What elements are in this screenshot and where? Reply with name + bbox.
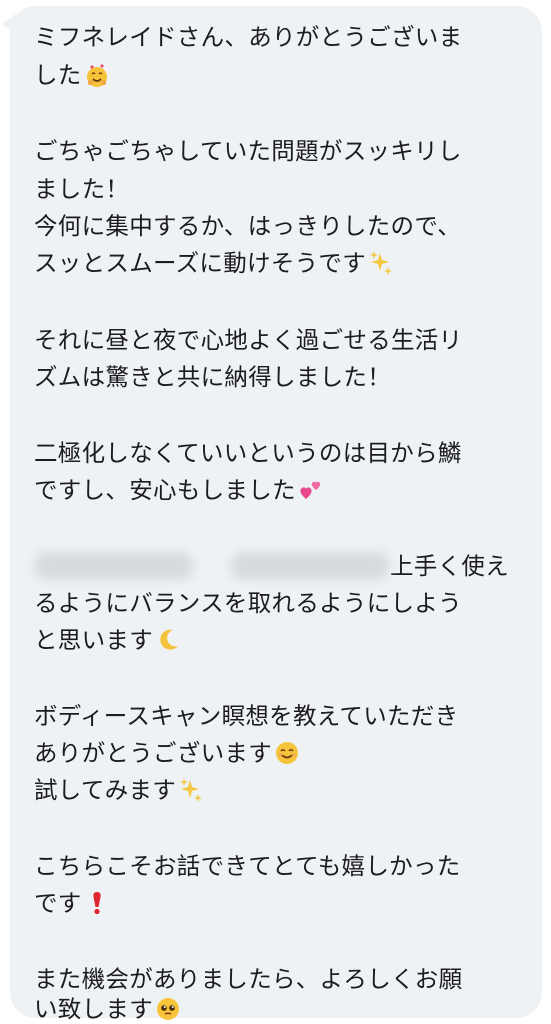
message-line: した — [34, 55, 534, 95]
message-line: 上手く使え — [34, 546, 534, 586]
message-line: 試してみます — [34, 770, 534, 810]
message-line: こちらこそお話できてとても嬉しかった — [34, 852, 461, 880]
exclamation-emoji — [92, 892, 101, 915]
message-line: それに昼と夜で心地よく過ごせる生活リ — [34, 326, 463, 354]
sparkles-emoji — [180, 778, 203, 802]
message-line: るようにバランスを取れるようにしよう — [34, 589, 462, 617]
crescent-moon-emoji — [160, 629, 178, 650]
message-line: 二極化しなくていいというのは目から鱗 — [34, 439, 462, 467]
message-line: ボディースキャン瞑想を教えていただき — [34, 702, 459, 730]
message-line: と思います — [34, 620, 534, 660]
message-line: ミフネレイドさん、ありがとうございま — [34, 23, 463, 51]
hearts-face-emoji — [86, 64, 107, 87]
sparkles-emoji — [370, 251, 393, 275]
redacted-text — [230, 552, 390, 580]
message-line: ました！ — [34, 175, 130, 203]
message-line: スッとスムーズに動けそうです — [34, 243, 534, 283]
message-line: ズムは驚きと共に納得しました！ — [34, 363, 391, 391]
pleading-face-emoji — [157, 998, 179, 1020]
message-line: ですし、安心もしました — [34, 470, 534, 510]
message-line: 今何に集中するか、はっきりしたので、 — [34, 212, 461, 240]
smiling-face-emoji — [276, 742, 298, 764]
redacted-text — [34, 552, 194, 580]
two-hearts-emoji — [300, 481, 320, 499]
message-line: ごちゃごちゃしていた問題がスッキリし — [34, 137, 462, 165]
message-line: また機会がありましたら、よろしくお願 — [34, 965, 463, 993]
message-line: い致します — [34, 996, 534, 1021]
message-line: です — [34, 883, 534, 923]
message-line: ありがとうございます — [34, 733, 534, 773]
